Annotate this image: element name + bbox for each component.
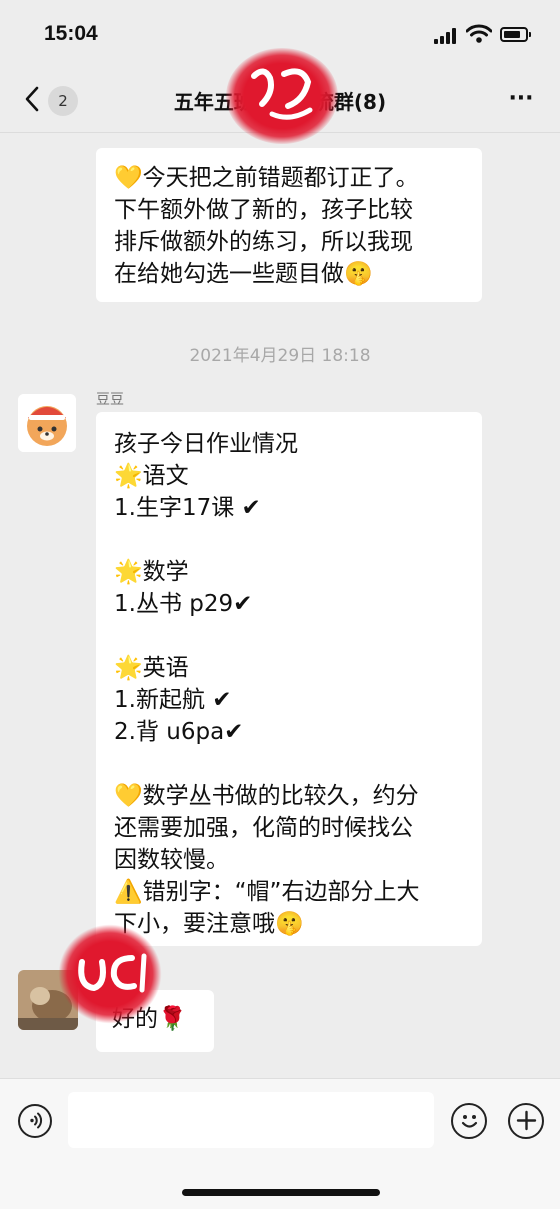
plus-icon[interactable] bbox=[508, 1103, 544, 1139]
message-line: 2.背 u6pa✔ bbox=[114, 719, 244, 745]
message-line bbox=[114, 748, 464, 780]
message-line: 1.生字17课 ✔ bbox=[114, 495, 261, 521]
message-line: 🌟数学 bbox=[114, 559, 189, 585]
message-line: 1.丛书 p29✔ bbox=[114, 591, 253, 617]
message-line: 🌟语文 bbox=[114, 463, 189, 489]
battery-icon bbox=[500, 27, 531, 42]
message-line: 孩子今日作业情况 bbox=[114, 431, 298, 457]
message-line bbox=[114, 620, 464, 652]
status-time: 15:04 bbox=[44, 22, 98, 45]
voice-icon[interactable] bbox=[18, 1104, 52, 1138]
message-input[interactable] bbox=[68, 1092, 434, 1148]
message-line: 🌟英语 bbox=[114, 655, 189, 681]
message-line bbox=[114, 524, 464, 556]
emoji-icon[interactable] bbox=[451, 1103, 487, 1139]
sender-name: 豆豆 bbox=[96, 392, 124, 408]
watermark-mark bbox=[58, 924, 162, 1024]
more-icon[interactable]: ··· bbox=[506, 86, 536, 114]
signal-icon bbox=[434, 28, 458, 44]
message-timestamp: 2021年4月29日 18:18 bbox=[189, 346, 371, 366]
home-indicator bbox=[182, 1189, 380, 1196]
wifi-icon bbox=[466, 24, 492, 43]
message-bubble[interactable]: 孩子今日作业情况 🌟语文 1.生字17课 ✔ 🌟数学 1.丛书 p29✔ 🌟英语 1.新起航… bbox=[96, 412, 482, 946]
message-line: 因数较慢。 bbox=[114, 847, 229, 873]
message-line: 💛数学丛书做的比较久，约分 bbox=[114, 783, 419, 809]
cartoon-dog-avatar-icon bbox=[18, 394, 76, 452]
message-line: 下小，要注意哦🤫 bbox=[114, 911, 304, 937]
watermark-mark bbox=[226, 48, 338, 144]
avatar[interactable] bbox=[18, 394, 76, 452]
message-line: 1.新起航 ✔ bbox=[114, 687, 232, 713]
message-line: 还需要加强，化简的时候找公 bbox=[114, 815, 413, 841]
message-bubble[interactable]: 💛今天把之前错题都订正了。 下午额外做了新的，孩子比较 排斥做额外的练习，所以我… bbox=[96, 148, 482, 302]
message-line: ⚠️错别字：“帽”右边部分上大 bbox=[114, 879, 420, 905]
